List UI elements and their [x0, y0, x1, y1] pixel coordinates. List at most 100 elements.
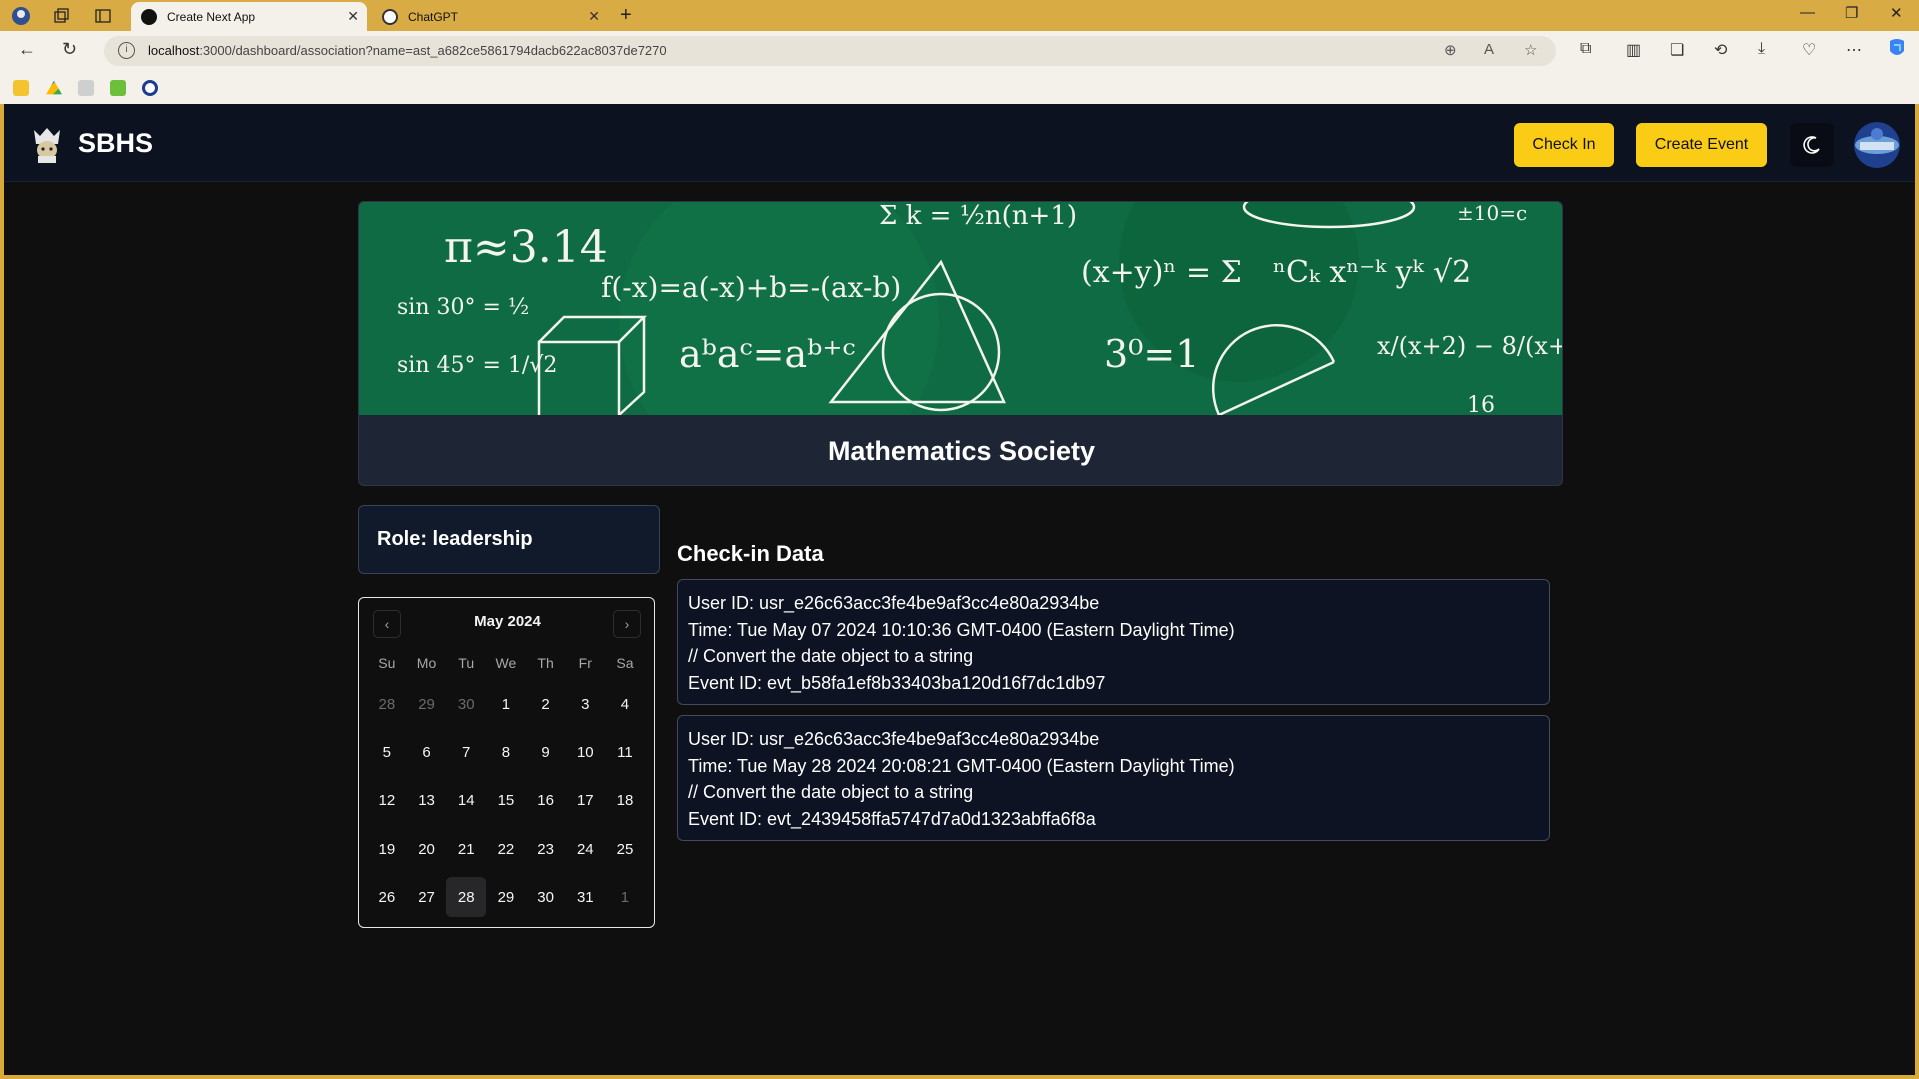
calendar-day[interactable]: 18 [605, 780, 645, 820]
downloads-icon[interactable]: ⤓ [1758, 40, 1765, 58]
zoom-icon[interactable]: ⊕ [1444, 41, 1457, 59]
calendar-day[interactable]: 23 [526, 829, 566, 869]
calendar-day[interactable]: 30 [526, 877, 566, 917]
new-tab-icon[interactable]: + [620, 4, 632, 27]
calendar-week: 19 20 21 22 23 24 25 [367, 829, 645, 869]
tab-close-icon[interactable]: ✕ [347, 8, 359, 25]
calendar-day[interactable]: 19 [367, 829, 407, 869]
calendar-day[interactable]: 31 [565, 877, 605, 917]
next-month-button[interactable]: › [613, 610, 641, 638]
board-formula: π≈3.14 [444, 222, 608, 273]
close-window-icon[interactable]: ✕ [1890, 4, 1903, 22]
chatgpt-favicon-icon [382, 8, 398, 25]
calendar-month-title: May 2024 [474, 613, 541, 630]
bookmark-circle-icon[interactable] [142, 80, 158, 96]
workspaces-icon[interactable] [50, 5, 72, 27]
minimize-icon[interactable]: — [1800, 4, 1815, 21]
history-icon[interactable]: ⟲ [1714, 40, 1727, 60]
chevron-right-icon: › [624, 616, 630, 632]
calendar-day[interactable]: 7 [446, 732, 486, 772]
calendar-day[interactable]: 15 [486, 780, 526, 820]
read-aloud-icon[interactable]: A [1484, 41, 1494, 58]
calendar-day[interactable]: 3 [565, 684, 605, 724]
vertical-tabs-icon[interactable] [92, 5, 114, 27]
board-formula: 16 [1467, 393, 1495, 415]
weekday-label: Su [378, 655, 396, 671]
calendar-day[interactable]: 16 [526, 780, 566, 820]
calendar-day[interactable]: 29 [486, 877, 526, 917]
back-icon[interactable]: ← [18, 39, 36, 60]
check-in-button[interactable]: Check In [1514, 123, 1614, 167]
favorite-star-icon[interactable]: ☆ [1524, 41, 1537, 59]
bookmark-contacts-icon[interactable] [13, 80, 29, 96]
calendar-day[interactable]: 27 [407, 877, 447, 917]
calendar-day[interactable]: 8 [486, 732, 526, 772]
association-name: Mathematics Society [827, 435, 1096, 466]
sbhs-logo-icon[interactable] [30, 126, 64, 164]
calendar-day[interactable]: 5 [367, 732, 407, 772]
tab-create-next-app[interactable]: Create Next App ✕ [131, 2, 367, 31]
weekday-label: Tu [458, 655, 475, 671]
calendar-day[interactable]: 28 [367, 684, 407, 724]
calendar-day[interactable]: 20 [407, 829, 447, 869]
weekday-label: Sa [616, 655, 634, 671]
theme-toggle-button[interactable] [1790, 123, 1834, 167]
user-avatar[interactable] [1854, 122, 1900, 168]
calendar-day[interactable]: 30 [446, 684, 486, 724]
bookmark-drive-icon[interactable] [46, 80, 62, 95]
calendar-day[interactable]: 14 [446, 780, 486, 820]
board-formula: sin 30° = ½ [397, 295, 529, 320]
collections-icon[interactable]: ❏ [1670, 40, 1684, 60]
restore-icon[interactable]: ❐ [1845, 4, 1858, 22]
calendar-day-selected[interactable]: 28 [446, 877, 487, 917]
calendar-day[interactable]: 17 [565, 780, 605, 820]
calendar-day[interactable]: 22 [486, 829, 526, 869]
calendar-day[interactable]: 1 [605, 877, 645, 917]
site-info-icon[interactable]: i [118, 42, 135, 59]
bookmark-feather-icon[interactable] [78, 80, 94, 96]
address-bar[interactable]: i localhost:3000/dashboard/association?n… [104, 36, 1556, 66]
tab-title: ChatGPT [408, 9, 459, 24]
calendar-day[interactable]: 26 [367, 877, 407, 917]
calendar-week: 26 27 28 29 30 31 1 [367, 877, 645, 917]
brand-name[interactable]: SBHS [78, 128, 153, 159]
app-root: SBHS Check In Create Event π≈3.14 Σ k = … [4, 104, 1915, 1075]
url-text[interactable]: localhost:3000/dashboard/association?nam… [148, 43, 667, 58]
calendar-day[interactable]: 13 [407, 780, 447, 820]
performance-icon[interactable]: ♡ [1802, 40, 1816, 60]
calendar-day[interactable]: 24 [565, 829, 605, 869]
board-formula: f(-x)=a(-x)+b=-(ax-b) [601, 271, 901, 304]
board-formula: ⁿCₖ xⁿ⁻ᵏ yᵏ √2 [1273, 255, 1471, 290]
calendar-day[interactable]: 2 [526, 684, 566, 724]
calendar-day[interactable]: 9 [526, 732, 566, 772]
tab-title: Create Next App [167, 9, 256, 24]
nextjs-favicon-icon [141, 8, 157, 25]
calendar-day[interactable]: 29 [407, 684, 447, 724]
calendar-day[interactable]: 1 [486, 684, 526, 724]
calendar-day[interactable]: 12 [367, 780, 407, 820]
more-menu-icon[interactable]: ⋯ [1846, 40, 1862, 60]
calendar-day[interactable]: 11 [605, 732, 645, 772]
extensions-icon[interactable]: ⧉ [1580, 40, 1591, 58]
tab-chatgpt[interactable]: ChatGPT ✕ [372, 2, 608, 31]
weekday-label: Fr [578, 655, 592, 671]
bookmark-app-icon[interactable] [110, 80, 126, 96]
calendar-day[interactable]: 10 [565, 732, 605, 772]
split-screen-icon[interactable]: ▥ [1626, 40, 1641, 60]
calendar-weekdays: Su Mo Tu We Th Fr Sa [367, 655, 645, 671]
create-event-button[interactable]: Create Event [1636, 123, 1767, 167]
tab-close-icon[interactable]: ✕ [588, 8, 600, 25]
calendar-day[interactable]: 4 [605, 684, 645, 724]
board-formula: ±10=c [1457, 202, 1527, 225]
checkin-entry: User ID: usr_e26c63acc3fe4be9af3cc4e80a2… [677, 579, 1550, 705]
browser-profile-icon[interactable] [10, 5, 32, 27]
copilot-icon[interactable] [1886, 37, 1908, 64]
entry-comment: // Convert the date object to a string [688, 646, 974, 666]
board-formula: aᵇaᶜ=aᵇ⁺ᶜ [679, 332, 856, 376]
moon-icon [1803, 136, 1820, 154]
calendar-day[interactable]: 25 [605, 829, 645, 869]
calendar-day[interactable]: 21 [446, 829, 486, 869]
calendar-day[interactable]: 6 [407, 732, 447, 772]
checkin-section-title: Check-in Data [677, 541, 824, 566]
reload-icon[interactable]: ↻ [62, 39, 77, 60]
